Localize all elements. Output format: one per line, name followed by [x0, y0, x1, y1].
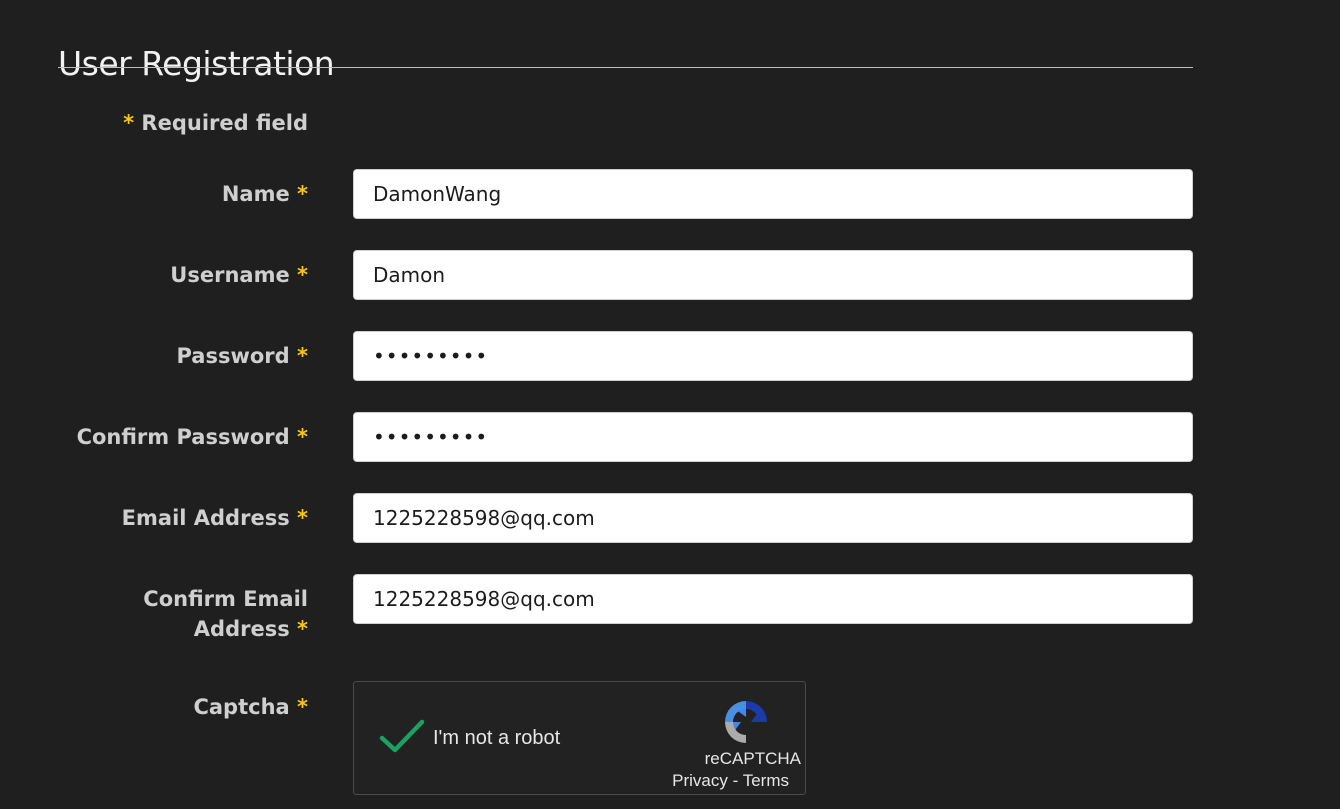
page-title: User Registration	[58, 44, 335, 84]
username-label-text: Username	[170, 263, 290, 287]
terms-link[interactable]: Terms	[743, 771, 789, 790]
password-label-text: Password	[176, 344, 290, 368]
email-label-text: Email Address	[121, 506, 290, 530]
required-star: *	[297, 695, 308, 719]
captcha-label-text: Captcha	[193, 695, 290, 719]
confirm-email-label-line1: Confirm Email	[143, 587, 308, 611]
email-label: Email Address *	[122, 503, 308, 533]
required-field-note: * Required field	[123, 108, 308, 138]
name-label: Name *	[222, 179, 308, 209]
recaptcha-links: Privacy - Terms	[672, 771, 789, 791]
confirm-password-label-text: Confirm Password	[76, 425, 290, 449]
required-star: *	[297, 263, 308, 287]
captcha-checkbox-label: I'm not a robot	[433, 727, 561, 749]
required-star: *	[297, 344, 308, 368]
required-star: *	[297, 617, 308, 641]
password-label: Password *	[176, 341, 308, 371]
privacy-link[interactable]: Privacy	[672, 771, 728, 790]
required-star: *	[297, 425, 308, 449]
title-divider	[58, 67, 1193, 68]
link-separator: -	[732, 771, 739, 790]
confirm-email-input[interactable]	[353, 574, 1193, 624]
confirm-email-label: Confirm Email Address *	[143, 584, 308, 644]
required-note-text: Required field	[141, 111, 308, 135]
confirm-password-label: Confirm Password *	[77, 422, 308, 452]
name-input[interactable]	[353, 169, 1193, 219]
confirm-password-input[interactable]	[353, 412, 1193, 462]
recaptcha-widget: I'm not a robot reCAPTCHA Privacy - Term…	[353, 681, 806, 795]
name-label-text: Name	[221, 182, 290, 206]
username-label: Username *	[170, 260, 308, 290]
check-icon[interactable]	[378, 716, 426, 756]
recaptcha-logo-icon	[725, 701, 767, 743]
captcha-label: Captcha *	[193, 692, 308, 722]
password-input[interactable]	[353, 331, 1193, 381]
username-input[interactable]	[353, 250, 1193, 300]
email-input[interactable]	[353, 493, 1193, 543]
recaptcha-brand-text: reCAPTCHA	[704, 749, 801, 768]
required-star: *	[297, 182, 308, 206]
confirm-email-label-line2: Address	[193, 617, 290, 641]
required-star: *	[297, 506, 308, 530]
required-star: *	[123, 111, 135, 135]
